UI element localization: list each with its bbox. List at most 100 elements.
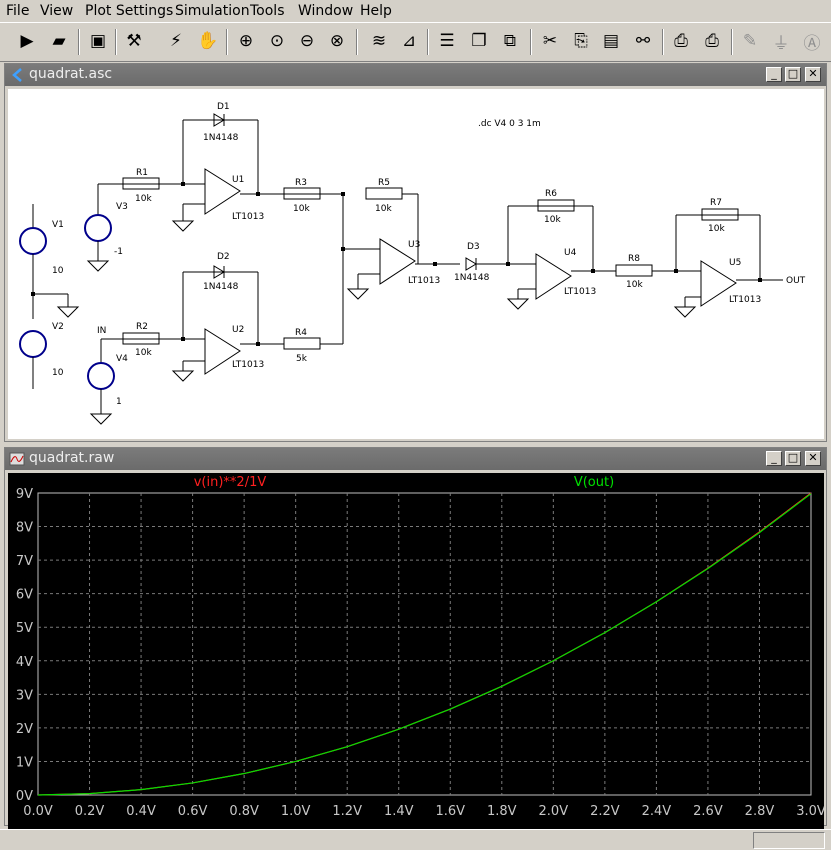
zoom-cancel-icon[interactable]: ⊗ <box>324 28 350 54</box>
maximize-button[interactable]: □ <box>785 67 801 82</box>
u4-label: U4 <box>564 248 577 258</box>
net-out-label: OUT <box>786 276 806 286</box>
x-tick-label: 2.4V <box>642 804 672 819</box>
plot-title: quadrat.raw <box>29 450 115 466</box>
u5-label: U5 <box>729 258 741 268</box>
minimize-button[interactable]: _ <box>766 451 782 466</box>
zoom-fit-icon[interactable]: ⊙ <box>264 28 290 54</box>
draw-wire-icon[interactable]: ✎ <box>737 28 763 54</box>
u3-model: LT1013 <box>408 276 440 286</box>
minimize-button[interactable]: _ <box>766 67 782 82</box>
tile-vertical-icon[interactable]: ⧉ <box>497 28 523 54</box>
r3-label: R3 <box>295 178 307 188</box>
autorange-icon[interactable]: ≋ <box>366 28 392 54</box>
toolbar-separator <box>115 29 117 55</box>
print-preview-icon[interactable]: ⎙ <box>668 28 694 54</box>
plot-settings-icon[interactable]: ⊿ <box>396 28 422 54</box>
y-tick-label: 7V <box>16 554 33 569</box>
save-icon[interactable]: ▣ <box>85 28 111 54</box>
schematic-titlebar: quadrat.asc _ □ ✕ <box>5 64 826 86</box>
zoom-in-icon[interactable]: ⊕ <box>233 28 259 54</box>
menu-simulation[interactable]: Simulation <box>175 3 250 19</box>
menu-plot-settings[interactable]: Plot Settings <box>85 3 173 19</box>
close-button[interactable]: ✕ <box>805 451 821 466</box>
toolbar-separator <box>662 29 664 55</box>
maximize-button[interactable]: □ <box>785 451 801 466</box>
x-tick-label: 0.8V <box>229 804 259 819</box>
y-tick-label: 2V <box>16 722 33 737</box>
schematic-window: quadrat.asc _ □ ✕ .dc V4 0 3 1m D1 1N414… <box>4 63 827 442</box>
cascade-icon[interactable]: ❐ <box>466 28 492 54</box>
v4-value: 1 <box>116 397 122 407</box>
legend-label-vin-squared: v(in)**2/1V <box>194 475 267 490</box>
r2-label: R2 <box>136 322 148 332</box>
menu-window[interactable]: Window <box>298 3 353 19</box>
x-tick-label: 0.6V <box>178 804 208 819</box>
ground-icon[interactable]: ⏚ <box>768 28 794 54</box>
r8-label: R8 <box>628 254 640 264</box>
schematic-title: quadrat.asc <box>29 66 113 82</box>
find-binoculars-icon[interactable]: ⚯ <box>630 28 656 54</box>
legend-label-vout: V(out) <box>574 475 614 490</box>
series-line-vin-squared <box>37 492 812 796</box>
x-tick-label: 2.2V <box>590 804 620 819</box>
u3-label: U3 <box>408 240 420 250</box>
close-button[interactable]: ✕ <box>805 67 821 82</box>
paste-icon[interactable]: ▤ <box>598 28 624 54</box>
copy-icon[interactable]: ⎘ <box>568 28 594 54</box>
cut-icon[interactable]: ✂ <box>537 28 563 54</box>
toolbar-separator <box>731 29 733 55</box>
plot-window: quadrat.raw _ □ ✕ 0.0V 0.2V 0.4V 0.6V 0.8V 1.… <box>4 447 827 832</box>
x-tick-label: 1.4V <box>384 804 414 819</box>
x-tick-label: 2.8V <box>745 804 775 819</box>
waveform-chart: 0.0V 0.2V 0.4V 0.6V 0.8V 1.0V 1.2V 1.4V 1.6V 1.8V… <box>16 475 826 819</box>
open-folder-icon[interactable]: ▰ <box>46 28 72 54</box>
schematic-canvas[interactable]: .dc V4 0 3 1m D1 1N4148 R1 10k U1 LT1013… <box>8 89 824 439</box>
menu-tools[interactable]: Tools <box>250 3 285 19</box>
r7-label: R7 <box>710 198 722 208</box>
tile-horizontal-icon[interactable]: ☰ <box>434 28 460 54</box>
print-icon[interactable]: ⎙ <box>699 28 725 54</box>
menu-view[interactable]: View <box>40 3 73 19</box>
runner-icon[interactable]: ⚡ <box>163 28 189 54</box>
r2-value: 10k <box>135 348 152 358</box>
d2-model: 1N4148 <box>203 282 239 292</box>
hammer-icon[interactable]: ⚒ <box>121 28 147 54</box>
toolbar-separator <box>427 29 429 55</box>
u2-model: LT1013 <box>232 360 264 370</box>
r6-label: R6 <box>545 189 557 199</box>
toolbar-separator <box>530 29 532 55</box>
u4-model: LT1013 <box>564 287 596 297</box>
run-icon[interactable]: ▶ <box>14 28 40 54</box>
plot-frame <box>37 492 812 796</box>
v2-value: 10 <box>52 368 64 378</box>
u2-label: U2 <box>232 325 244 335</box>
label-net-icon[interactable]: Ⓐ <box>799 28 825 54</box>
v2-label: V2 <box>52 322 64 332</box>
r4-label: R4 <box>295 328 307 338</box>
r6-value: 10k <box>544 215 561 225</box>
y-tick-label: 5V <box>16 621 33 636</box>
toolbar-separator <box>356 29 358 55</box>
d1-model: 1N4148 <box>203 133 239 143</box>
v4-label: V4 <box>116 354 128 364</box>
toolbar: ▶ ▰ ▣ ⚒ ⚡ ✋ ⊕ ⊙ ⊖ ⊗ ≋ ⊿ ☰ ❐ ⧉ ✂ ⎘ ▤ ⚯ ⎙ … <box>0 22 831 62</box>
sim-directive: .dc V4 0 3 1m <box>478 119 541 129</box>
d2-label: D2 <box>217 252 230 262</box>
plot-pane[interactable]: 0.0V 0.2V 0.4V 0.6V 0.8V 1.0V 1.2V 1.4V 1.6V 1.8V… <box>8 473 826 832</box>
u1-model: LT1013 <box>232 212 264 222</box>
x-tick-label: 0.4V <box>126 804 156 819</box>
hand-icon[interactable]: ✋ <box>195 28 221 54</box>
y-tick-label: 0V <box>16 789 33 804</box>
plot-titlebar: quadrat.raw _ □ ✕ <box>5 448 826 470</box>
u1-label: U1 <box>232 175 244 185</box>
r8-value: 10k <box>626 280 643 290</box>
zoom-out-icon[interactable]: ⊖ <box>294 28 320 54</box>
menu-help[interactable]: Help <box>360 3 392 19</box>
menu-file[interactable]: File <box>6 3 29 19</box>
status-bar <box>0 829 831 850</box>
schematic-drawing: .dc V4 0 3 1m D1 1N4148 R1 10k U1 LT1013… <box>19 102 806 425</box>
x-tick-label: 1.0V <box>281 804 311 819</box>
x-tick-label: 3.0V <box>796 804 824 819</box>
r5-label: R5 <box>378 178 390 188</box>
